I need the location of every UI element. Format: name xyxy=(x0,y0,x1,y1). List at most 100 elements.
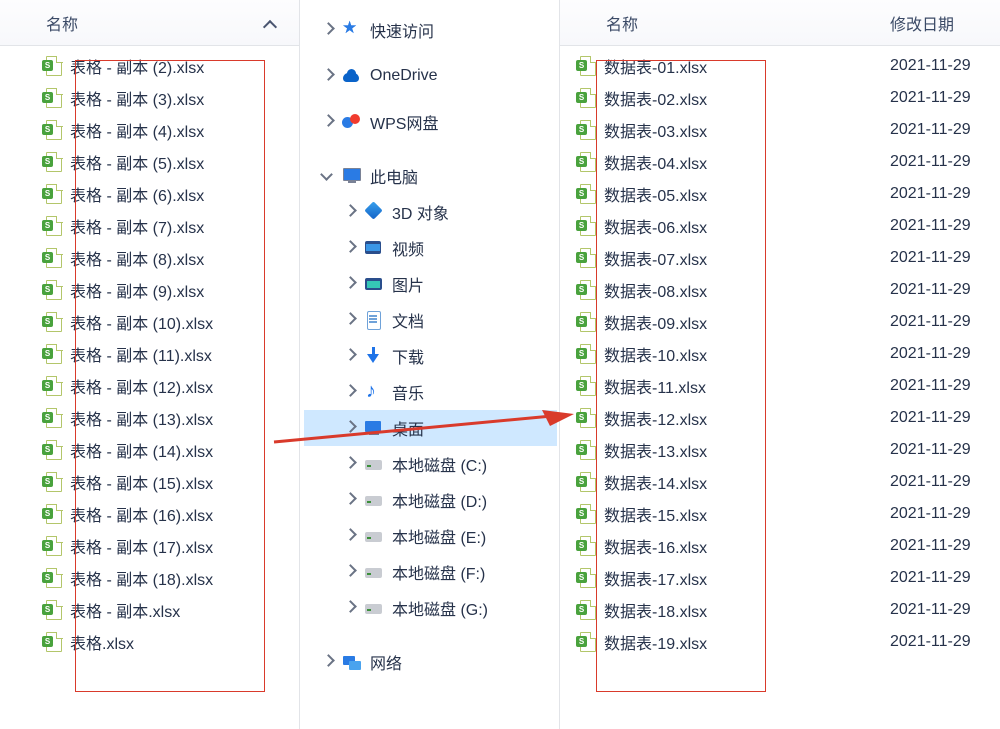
file-row[interactable]: 数据表-15.xlsx2021-11-29 xyxy=(560,498,1000,530)
file-row[interactable]: 表格 - 副本 (13).xlsx xyxy=(0,402,299,434)
file-row[interactable]: 数据表-03.xlsx2021-11-29 xyxy=(560,114,1000,146)
tree-item[interactable]: WPS网盘 xyxy=(304,104,557,140)
chevron-right-icon[interactable] xyxy=(344,206,356,218)
chevron-right-icon[interactable] xyxy=(344,566,356,578)
tree-item[interactable]: 本地磁盘 (C:) xyxy=(304,446,557,482)
tree-item[interactable]: OneDrive xyxy=(304,58,557,94)
file-row[interactable]: 表格 - 副本 (11).xlsx xyxy=(0,338,299,370)
column-header[interactable]: 名称 修改日期 xyxy=(560,0,1000,46)
file-row[interactable]: 表格 - 副本 (4).xlsx xyxy=(0,114,299,146)
file-row[interactable]: 表格 - 副本.xlsx xyxy=(0,594,299,626)
column-header[interactable]: 名称 xyxy=(0,0,299,46)
chevron-right-icon[interactable] xyxy=(344,530,356,542)
file-row[interactable]: 数据表-13.xlsx 2021-11-29 xyxy=(560,434,1000,466)
file-row[interactable]: 表格.xlsx xyxy=(0,626,299,658)
file-row[interactable]: 数据表-05.xlsx2021-11-29 xyxy=(560,178,1000,210)
file-name: 数据表-06.xlsx xyxy=(604,214,707,238)
file-row[interactable]: 数据表-07.xlsx2021-11-29 xyxy=(560,242,1000,274)
file-row[interactable]: 数据表-02.xlsx2021-11-29 xyxy=(560,82,1000,114)
file-row[interactable]: 数据表-08.xlsx2021-11-29 xyxy=(560,274,1000,306)
file-name: 数据表-10.xlsx xyxy=(604,342,707,366)
tree-item[interactable]: 3D 对象 xyxy=(304,194,557,230)
tree-item[interactable]: 视频 xyxy=(304,230,557,266)
tree-item-label: 图片 xyxy=(392,272,424,296)
file-row[interactable]: 数据表-12.xlsx2021-11-29 xyxy=(560,402,1000,434)
file-row[interactable]: 表格 - 副本 (2).xlsx xyxy=(0,50,299,82)
file-row[interactable]: 表格 - 副本 (16).xlsx xyxy=(0,498,299,530)
xlsx-file-icon xyxy=(580,600,596,620)
file-row[interactable]: 数据表-17.xlsx2021-11-29 xyxy=(560,562,1000,594)
chevron-right-icon[interactable] xyxy=(344,422,356,434)
file-name: 表格.xlsx xyxy=(70,630,134,654)
file-row[interactable]: 表格 - 副本 (15).xlsx xyxy=(0,466,299,498)
disk-icon xyxy=(364,527,384,545)
file-name: 表格 - 副本 (2).xlsx xyxy=(70,54,204,78)
chevron-right-icon[interactable] xyxy=(322,70,334,82)
file-row[interactable]: 表格 - 副本 (18).xlsx xyxy=(0,562,299,594)
file-row[interactable]: 数据表-04.xlsx2021-11-29 xyxy=(560,146,1000,178)
chevron-right-icon[interactable] xyxy=(322,116,334,128)
file-row[interactable]: 表格 - 副本 (7).xlsx xyxy=(0,210,299,242)
file-row[interactable]: 数据表-14.xlsx2021-11-29 xyxy=(560,466,1000,498)
file-row[interactable]: 表格 - 副本 (6).xlsx xyxy=(0,178,299,210)
file-row[interactable]: 表格 - 副本 (14).xlsx xyxy=(0,434,299,466)
tree-item[interactable]: 快速访问 xyxy=(304,12,557,48)
file-row[interactable]: 数据表-16.xlsx2021-11-29 xyxy=(560,530,1000,562)
chevron-right-icon[interactable] xyxy=(344,314,356,326)
chevron-right-icon[interactable] xyxy=(344,350,356,362)
file-date: 2021-11-29 xyxy=(890,441,1000,459)
file-name: 数据表-18.xlsx xyxy=(604,598,707,622)
file-name: 数据表-13.xlsx xyxy=(604,438,707,462)
cloud-icon xyxy=(342,67,362,85)
tree-item[interactable]: 本地磁盘 (E:) xyxy=(304,518,557,554)
tree-item[interactable]: 下载 xyxy=(304,338,557,374)
file-row[interactable]: 数据表-18.xlsx2021-11-29 xyxy=(560,594,1000,626)
chevron-right-icon[interactable] xyxy=(344,458,356,470)
xlsx-file-icon xyxy=(46,472,62,492)
tree-item[interactable]: 音乐 xyxy=(304,374,557,410)
chevron-down-icon[interactable] xyxy=(322,170,334,182)
file-row[interactable]: 表格 - 副本 (12).xlsx xyxy=(0,370,299,402)
nav-tree-panel: 快速访问OneDriveWPS网盘此电脑3D 对象视频图片文档下载音乐桌面本地磁… xyxy=(300,0,560,729)
chevron-right-icon[interactable] xyxy=(344,386,356,398)
file-name: 表格 - 副本 (17).xlsx xyxy=(70,534,213,558)
doc-icon xyxy=(364,311,384,329)
chevron-right-icon[interactable] xyxy=(344,602,356,614)
file-name: 表格 - 副本 (11).xlsx xyxy=(70,342,212,366)
xlsx-file-icon xyxy=(580,440,596,460)
xlsx-file-icon xyxy=(46,312,62,332)
tree-item[interactable]: 本地磁盘 (D:) xyxy=(304,482,557,518)
chevron-right-icon[interactable] xyxy=(344,494,356,506)
xlsx-file-icon xyxy=(46,344,62,364)
tree-item[interactable]: 本地磁盘 (F:) xyxy=(304,554,557,590)
chevron-right-icon[interactable] xyxy=(344,278,356,290)
tree-item[interactable]: 文档 xyxy=(304,302,557,338)
tree-item[interactable]: 本地磁盘 (G:) xyxy=(304,590,557,626)
chevron-right-icon[interactable] xyxy=(322,656,334,668)
chevron-right-icon[interactable] xyxy=(344,242,356,254)
file-row[interactable]: 数据表-10.xlsx2021-11-29 xyxy=(560,338,1000,370)
xlsx-file-icon xyxy=(46,600,62,620)
file-row[interactable]: 数据表-06.xlsx2021-11-29 xyxy=(560,210,1000,242)
file-row[interactable]: 表格 - 副本 (3).xlsx xyxy=(0,82,299,114)
file-row[interactable]: 数据表-01.xlsx2021-11-29 xyxy=(560,50,1000,82)
file-row[interactable]: 数据表-09.xlsx2021-11-29 xyxy=(560,306,1000,338)
tree-item-label: 此电脑 xyxy=(370,164,418,188)
file-row[interactable]: 表格 - 副本 (9).xlsx xyxy=(0,274,299,306)
xlsx-file-icon xyxy=(580,344,596,364)
file-row[interactable]: 数据表-19.xlsx2021-11-29 xyxy=(560,626,1000,658)
tree-item[interactable]: 网络 xyxy=(304,644,557,680)
xlsx-file-icon xyxy=(580,184,596,204)
tree-item[interactable]: 桌面 xyxy=(304,410,557,446)
xlsx-file-icon xyxy=(46,216,62,236)
file-list: 数据表-01.xlsx2021-11-29数据表-02.xlsx2021-11-… xyxy=(560,46,1000,666)
file-list: 表格 - 副本 (2).xlsx表格 - 副本 (3).xlsx表格 - 副本 … xyxy=(0,46,299,666)
tree-item[interactable]: 图片 xyxy=(304,266,557,302)
file-row[interactable]: 表格 - 副本 (17).xlsx xyxy=(0,530,299,562)
file-row[interactable]: 表格 - 副本 (10).xlsx xyxy=(0,306,299,338)
file-row[interactable]: 表格 - 副本 (5).xlsx xyxy=(0,146,299,178)
file-row[interactable]: 表格 - 副本 (8).xlsx xyxy=(0,242,299,274)
file-row[interactable]: 数据表-11.xlsx2021-11-29 xyxy=(560,370,1000,402)
tree-item[interactable]: 此电脑 xyxy=(304,158,557,194)
chevron-right-icon[interactable] xyxy=(322,24,334,36)
